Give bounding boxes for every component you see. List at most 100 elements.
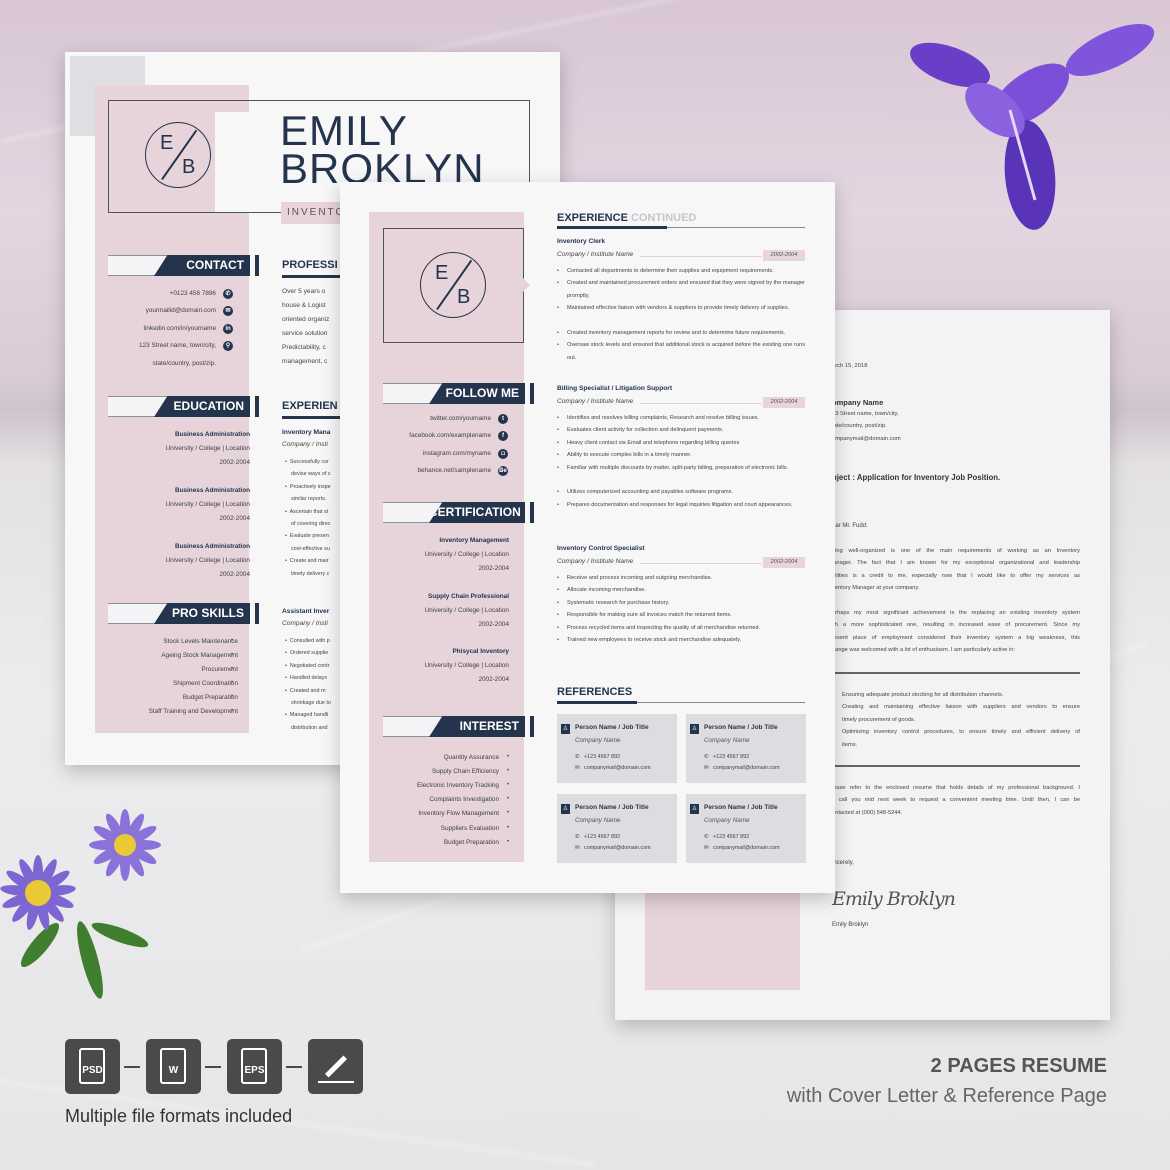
activity-line: Creating and maintaining effective liais… xyxy=(842,704,1080,711)
instagram-icon[interactable]: ◘ xyxy=(498,448,508,459)
skill-item: Budget Preparation xyxy=(182,694,238,701)
social-link[interactable]: behance.net/samplename xyxy=(417,467,491,474)
social-link[interactable]: twitter.com/yourname xyxy=(430,415,491,422)
paragraph-line: eing well-organized is one of the main r… xyxy=(832,548,1080,554)
job-bullet-line: devise ways of c xyxy=(285,471,331,478)
job-bullet-line: • Successfully cor xyxy=(285,459,329,465)
job-bullet: Responsible for making sure all invoices… xyxy=(557,609,805,621)
recipient-company: ompany Name xyxy=(832,398,884,407)
reference-name: Person Name / Job Title xyxy=(704,804,778,811)
mail-icon: ✉ xyxy=(575,845,580,851)
profile-line: house & Logist xyxy=(282,302,326,309)
reference-company: Company Name xyxy=(575,817,621,824)
formats-caption: Multiple file formats included xyxy=(65,1106,293,1126)
contact-item: linkedin.com/in/yourname xyxy=(143,324,216,332)
interest-item: Suppliers Evaluation xyxy=(440,824,499,832)
bullet-dot: • xyxy=(231,652,234,658)
interest-item: Quantity Assurance xyxy=(443,754,499,761)
pen-shape xyxy=(325,1055,347,1078)
references-heading: REFERENCES xyxy=(557,686,633,698)
certification-school: University / College | Location xyxy=(424,662,509,669)
skill-item: Staff Training and Development xyxy=(148,708,238,715)
profile-line: Over 5 years o xyxy=(282,288,326,295)
paragraph-line: lease refer to the enclosed resume that … xyxy=(832,785,1080,791)
job-title: Assistant Inver xyxy=(282,608,330,615)
education-years: 2002-2004 xyxy=(219,515,250,522)
paragraph-line: resent place of employment considered th… xyxy=(832,634,1080,641)
social-link[interactable]: instagram.com/myname xyxy=(423,450,491,457)
skill-item: Stock Levels Maintenance xyxy=(163,638,238,645)
recipient-address-1: 23 Street name, town/city, xyxy=(832,411,899,417)
profile-line: management, c xyxy=(282,358,328,365)
job-bullet-line: • Ordered supplie xyxy=(285,650,329,657)
connector-dash xyxy=(205,1066,221,1068)
heading-rule-accent xyxy=(557,701,637,704)
mail-icon: ✉ xyxy=(704,765,709,771)
contact-item: state/country, post/zip. xyxy=(152,359,216,367)
job-bullet-line: cost-effective su xyxy=(285,545,330,552)
paragraph-line: hange was welcomed with a lot of enthusi… xyxy=(832,647,1016,654)
interest-item: Supply Chain Efficiency xyxy=(431,768,499,776)
person-icon: ♙ xyxy=(561,804,570,814)
phone-icon: ✆ xyxy=(223,289,233,299)
section-title: EDUCATION xyxy=(154,396,250,417)
bullet-dot: • xyxy=(231,638,234,644)
twitter-icon[interactable]: t xyxy=(498,414,508,424)
job-bullet: Receive and process incoming and outgoin… xyxy=(557,572,805,584)
reference-email: companymail@domain.com xyxy=(584,765,651,771)
section-title: FOLLOW ME xyxy=(429,383,525,404)
divider xyxy=(832,765,1080,767)
bar-end-tab xyxy=(528,383,534,404)
job-bullet: Allocate incoming merchandise. xyxy=(557,584,805,596)
job-bullet-line: • Negotiated contr xyxy=(285,662,330,669)
job-company: Company / Institute Name xyxy=(557,251,634,258)
skill-item: Shipment Coordination xyxy=(172,680,238,687)
eps-file-icon: EPS xyxy=(227,1039,282,1094)
bullet-dot: • xyxy=(231,694,234,700)
phone-icon: ✆ xyxy=(575,834,580,840)
paragraph-line: ontacted at (000) 548-5244. xyxy=(832,809,903,816)
bar-end-tab xyxy=(253,603,259,624)
letter-subject: bject : Application for Inventory Job Po… xyxy=(832,473,1001,482)
job-bullet: Created and maintained procurement order… xyxy=(557,277,805,302)
interest-section-header: INTEREST xyxy=(383,716,534,737)
reference-card: ♙ Person Name / Job Title Company Name ✆ +12… xyxy=(557,794,677,863)
promo-subheadline: with Cover Letter & Reference Page xyxy=(786,1085,1107,1107)
date-badge: 2002-2004 xyxy=(763,557,805,568)
bullet-dot: • xyxy=(231,666,234,672)
divider xyxy=(832,672,1080,674)
activity-line: Ensuring adequate product stocking for a… xyxy=(842,692,1004,698)
job-title: Inventory Mana xyxy=(282,429,331,436)
job-bullet: Ability to execute complex bills in a ti… xyxy=(557,449,805,461)
job-company: Company / Insti xyxy=(282,620,328,627)
education-degree: Business Administration xyxy=(174,487,250,494)
paragraph-line: ith a more sophisticated one, resulting … xyxy=(832,622,1080,629)
job-title: Billing Specialist / Litigation Support xyxy=(557,385,673,392)
job-bullet: Contacted all departments to determine t… xyxy=(557,265,805,277)
profile-line: oriented organiz xyxy=(282,316,330,323)
activity-line: Optimizing inventory control procedures,… xyxy=(842,729,1080,736)
contact-item: 123 Street name, town/city, xyxy=(139,342,216,350)
paragraph-line: erhaps my most significant achievement i… xyxy=(832,610,1080,616)
job-bullet: Maintained effective liaison with vendor… xyxy=(557,302,805,314)
job-bullet-line: • Created and m xyxy=(285,687,326,694)
word-file-icon: W xyxy=(146,1039,201,1094)
bullet-dot: • xyxy=(231,708,234,714)
social-link[interactable]: facebook.com/examplename xyxy=(409,432,491,439)
bar-end-tab xyxy=(528,716,534,737)
phone-icon: ✆ xyxy=(704,754,709,760)
job-bullet-line: • Managed handli xyxy=(285,712,329,719)
job-bullet: Systematic research for purchase history… xyxy=(557,597,805,609)
aster-flowers-image xyxy=(0,809,161,999)
follow-me-section-header: FOLLOW ME xyxy=(383,383,534,404)
bullet-dot: • xyxy=(507,824,510,831)
date-badge: 2002-2004 xyxy=(763,250,805,261)
date-badge: 2002-2004 xyxy=(763,397,805,408)
job-bullet-line: • Proactively inspe xyxy=(285,483,331,490)
skill-item: Ageing Stock Management xyxy=(161,652,238,659)
reference-phone: +123 4567 892 xyxy=(713,834,750,840)
certification-school: University / College | Location xyxy=(424,606,509,614)
job-bullet: Heavy client contact via Email and telep… xyxy=(557,437,805,449)
interest-item: Budget Preparation xyxy=(443,838,499,846)
heading-text: EXPERIENCE xyxy=(557,212,628,224)
